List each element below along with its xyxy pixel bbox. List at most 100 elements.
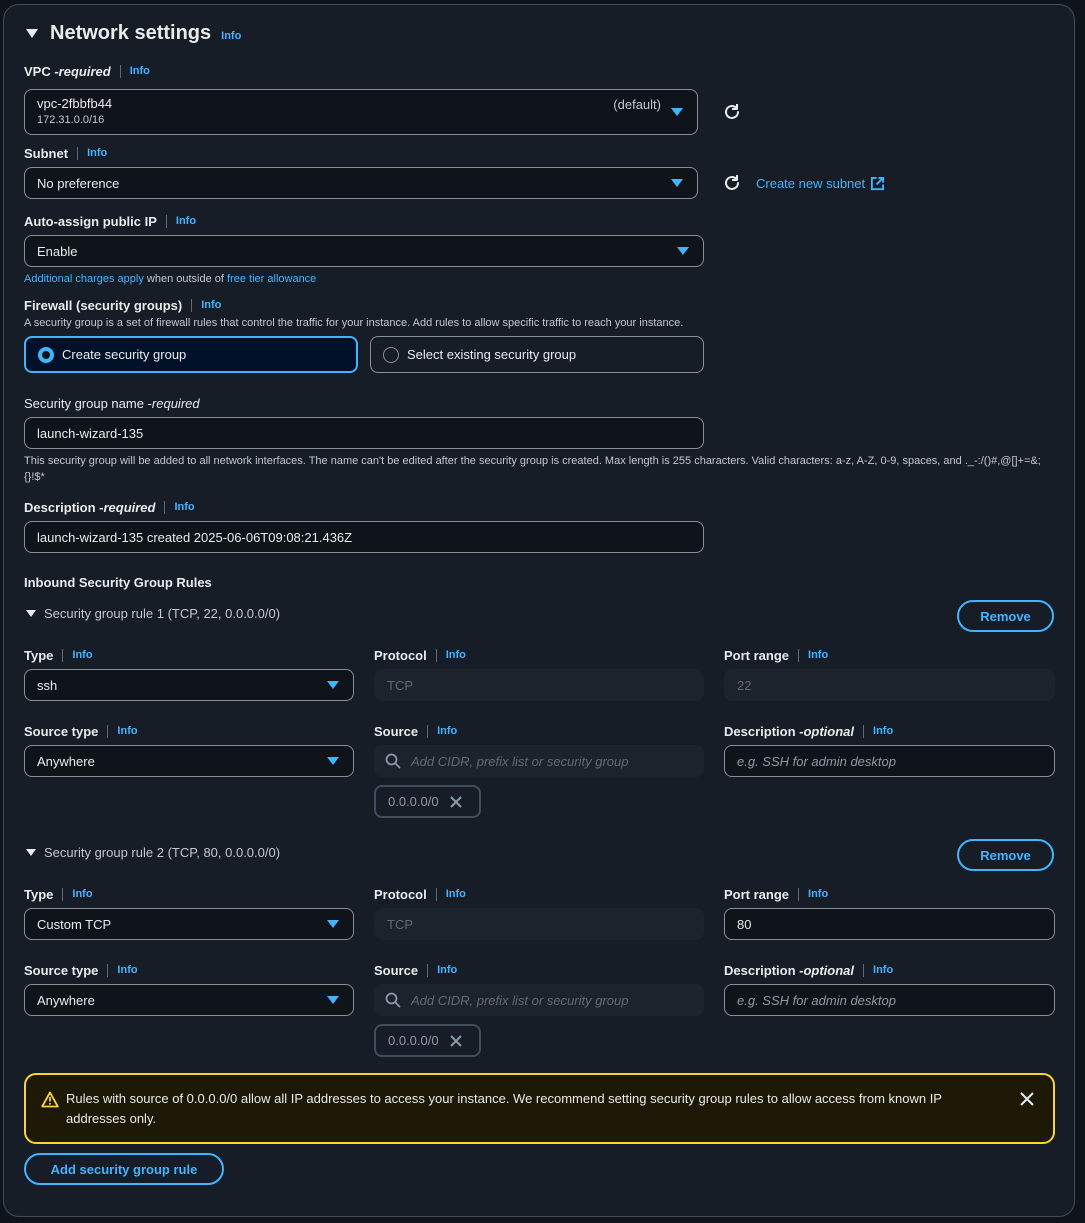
rule-1-port-label: Port range Info [724, 648, 829, 663]
rule-2-protocol-input: TCP [374, 908, 704, 940]
chevron-down-icon [671, 108, 683, 116]
rule-2-description-input[interactable]: e.g. SSH for admin desktop [724, 984, 1055, 1016]
rule-2-source-type-label: Source type Info [24, 963, 138, 978]
refresh-vpc-icon[interactable] [722, 102, 742, 122]
sg-name-help: This security group will be added to all… [24, 455, 1041, 483]
rule-2-port-info[interactable]: Info [798, 888, 828, 901]
collapse-caret-icon[interactable] [26, 849, 36, 856]
vpc-cidr: 172.31.0.0/16 [37, 114, 105, 126]
additional-charges-link[interactable]: Additional charges apply [24, 273, 144, 285]
chevron-down-icon [327, 996, 339, 1004]
create-subnet-link[interactable]: Create new subnet [756, 176, 885, 191]
radio-create-security-group[interactable]: Create security group [24, 336, 358, 373]
sg-desc-label: Description - required Info [24, 500, 195, 515]
section-info-link[interactable]: Info [221, 30, 241, 43]
vpc-info-link[interactable]: Info [119, 65, 150, 78]
close-icon[interactable] [449, 795, 463, 809]
inbound-rules-title: Inbound Security Group Rules [24, 575, 212, 590]
chevron-down-icon [671, 179, 683, 187]
section-title: Network settings [50, 22, 212, 44]
rule-1-source-type-label: Source type Info [24, 724, 138, 739]
rule-2-port-input[interactable]: 80 [724, 908, 1055, 940]
rule-2-source-label: Source Info [374, 963, 458, 978]
close-icon[interactable] [449, 1034, 463, 1048]
rule-1-desc-placeholder: e.g. SSH for admin desktop [737, 753, 896, 769]
add-security-group-rule-button[interactable]: Add security group rule [24, 1153, 224, 1185]
rule-1-protocol-info[interactable]: Info [435, 649, 466, 662]
rule-2-source-type-value: Anywhere [37, 992, 95, 1008]
collapse-caret-icon[interactable] [26, 29, 38, 38]
open-source-warning: Rules with source of 0.0.0.0/0 allow all… [24, 1073, 1055, 1144]
subnet-info-link[interactable]: Info [77, 147, 107, 160]
section-header[interactable]: Network settings Info [26, 22, 241, 45]
rule-2-protocol-info[interactable]: Info [435, 888, 466, 901]
rule-1-desc-label: Description - optional Info [724, 724, 894, 739]
sg-desc-info-link[interactable]: Info [164, 501, 195, 514]
rule-2-source-info[interactable]: Info [427, 964, 457, 977]
rule-1-source-input[interactable]: Add CIDR, prefix list or security group [374, 745, 704, 777]
rule-1-port-info[interactable]: Info [798, 649, 828, 662]
rule-1-description-input[interactable]: e.g. SSH for admin desktop [724, 745, 1055, 777]
rule-2-type-label: Type Info [24, 887, 93, 902]
public-ip-value: Enable [37, 243, 78, 259]
rule-2-desc-info[interactable]: Info [863, 964, 893, 977]
collapse-caret-icon[interactable] [26, 610, 36, 617]
rule-2-type-select[interactable]: Custom TCP [24, 908, 354, 940]
sg-name-input[interactable]: launch-wizard-135 [24, 417, 704, 449]
radio-unselected-icon [383, 346, 399, 363]
refresh-subnet-icon[interactable] [722, 173, 742, 193]
rule-2-type-info[interactable]: Info [62, 888, 93, 901]
rule-1-desc-info[interactable]: Info [863, 725, 893, 738]
rule-1-source-type-info[interactable]: Info [107, 725, 138, 738]
rule-1-source-placeholder: Add CIDR, prefix list or security group [411, 753, 629, 769]
rule-1-type-label: Type Info [24, 648, 93, 663]
chevron-down-icon [327, 920, 339, 928]
rule-2-source-type-select[interactable]: Anywhere [24, 984, 354, 1016]
rule-2-desc-placeholder: e.g. SSH for admin desktop [737, 992, 896, 1008]
chevron-down-icon [327, 757, 339, 765]
rule-1-source-type-value: Anywhere [37, 753, 95, 769]
public-ip-select[interactable]: Enable [24, 235, 704, 267]
radio-selected-icon [38, 346, 54, 363]
warning-text: Rules with source of 0.0.0.0/0 allow all… [66, 1091, 942, 1126]
rule-2-source-input[interactable]: Add CIDR, prefix list or security group [374, 984, 704, 1016]
dismiss-warning-icon[interactable] [1020, 1092, 1034, 1106]
rule-1-title: Security group rule 1 (TCP, 22, 0.0.0.0/… [44, 606, 281, 621]
public-ip-label: Auto-assign public IP Info [24, 214, 197, 229]
rule-2-desc-label: Description - optional Info [724, 963, 894, 978]
rule-1-protocol-label: Protocol Info [374, 648, 466, 663]
firewall-description: A security group is a set of firewall ru… [24, 317, 684, 329]
radio-existing-security-group[interactable]: Select existing security group [370, 336, 704, 373]
rule-2-source-type-info[interactable]: Info [107, 964, 138, 977]
radio-create-label: Create security group [62, 347, 187, 362]
warning-icon [41, 1091, 59, 1108]
rule-2-protocol-label: Protocol Info [374, 887, 466, 902]
rule-2-title: Security group rule 2 (TCP, 80, 0.0.0.0/… [44, 845, 281, 860]
sg-description-input[interactable]: launch-wizard-135 created 2025-06-06T09:… [24, 521, 704, 553]
vpc-select[interactable]: vpc-2fbbfb44 172.31.0.0/16 (default) [24, 89, 698, 135]
rule-2-port-label: Port range Info [724, 887, 829, 902]
rule-2-source-token: 0.0.0.0/0 [374, 1024, 481, 1057]
rule-1-source-info[interactable]: Info [427, 725, 457, 738]
rule-1-header[interactable]: Security group rule 1 (TCP, 22, 0.0.0.0/… [26, 606, 280, 621]
rule-2-type-value: Custom TCP [37, 916, 112, 932]
rule-1-source-type-select[interactable]: Anywhere [24, 745, 354, 777]
rule-1-type-info[interactable]: Info [62, 649, 93, 662]
free-tier-link[interactable]: free tier allowance [227, 273, 316, 285]
rule-1-source-label: Source Info [374, 724, 458, 739]
search-icon [385, 992, 401, 1008]
subnet-value: No preference [37, 175, 120, 191]
rule-1-type-select[interactable]: ssh [24, 669, 354, 701]
firewall-info-link[interactable]: Info [191, 299, 221, 312]
rule-2-header[interactable]: Security group rule 2 (TCP, 80, 0.0.0.0/… [26, 845, 280, 860]
search-icon [385, 753, 401, 769]
vpc-label: VPC - required Info [24, 64, 150, 79]
vpc-default-tag: (default) [613, 97, 661, 112]
remove-rule-1-button[interactable]: Remove [957, 600, 1054, 632]
remove-rule-2-button[interactable]: Remove [957, 839, 1054, 871]
subnet-select[interactable]: No preference [24, 167, 698, 199]
public-ip-info-link[interactable]: Info [165, 215, 196, 228]
rule-1-source-token: 0.0.0.0/0 [374, 785, 481, 818]
rule-2-token-label: 0.0.0.0/0 [388, 1033, 439, 1048]
rule-1-protocol-input: TCP [374, 669, 704, 701]
